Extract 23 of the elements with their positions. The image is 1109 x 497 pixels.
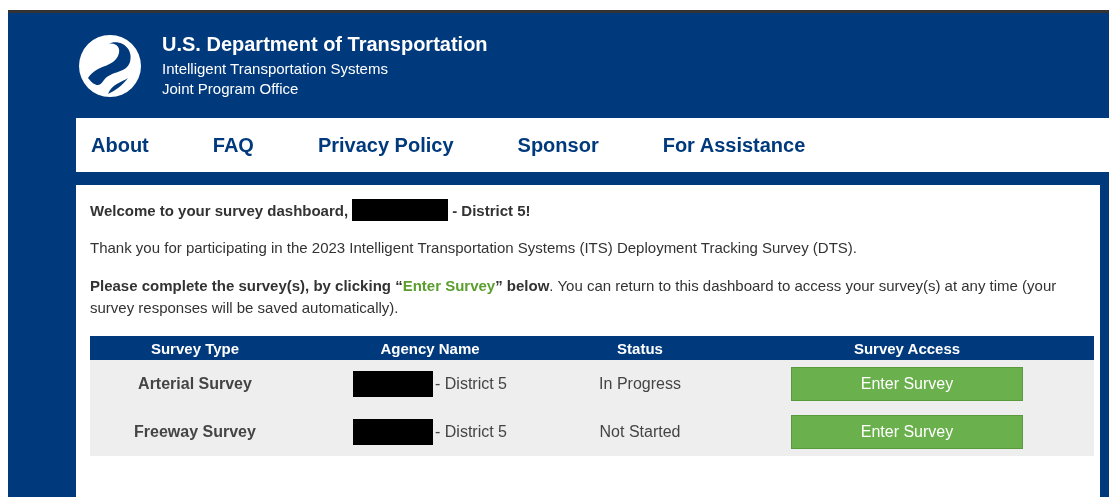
- welcome-text: - District 5!: [452, 201, 531, 219]
- table-cell: Freeway Survey: [134, 423, 256, 440]
- nav-link[interactable]: Sponsor: [517, 133, 599, 157]
- welcome-text: Welcome to your survey dashboard,: [90, 201, 349, 219]
- instruction-text: Please complete the survey(s), by clicking “Enter Survey” below. You can return to this dashboard to access your survey(s) at any time (your survey responses will be saved automatically).: [90, 276, 1058, 318]
- table-cell: - District 5: [435, 423, 507, 441]
- table-cell: In Progress: [599, 375, 681, 392]
- column-header: Survey Type: [90, 336, 300, 360]
- agency-subtitle: Joint Program Office: [162, 78, 300, 99]
- agency-title: U.S. Department of Transportation: [162, 32, 488, 56]
- agency-subtitle: Intelligent Transportation Systems: [162, 58, 389, 79]
- intro-text: Thank you for participating in the 2023 Intelligent Transportation Systems (ITS) Deployment Tracking Survey (DTS).: [90, 238, 858, 258]
- column-header: Agency Name: [300, 336, 560, 360]
- table-cell: Arterial Survey: [138, 375, 252, 392]
- nav-link[interactable]: Privacy Policy: [317, 133, 454, 157]
- column-header: Survey Access: [720, 336, 1094, 360]
- nav-link[interactable]: About: [91, 133, 149, 157]
- nav-link[interactable]: FAQ: [212, 133, 254, 157]
- table-cell: - District 5: [435, 375, 507, 393]
- table-cell: Not Started: [599, 423, 681, 440]
- column-header: Status: [560, 336, 720, 360]
- nav-link[interactable]: For Assistance: [662, 133, 806, 157]
- logo-icon: [78, 33, 142, 98]
